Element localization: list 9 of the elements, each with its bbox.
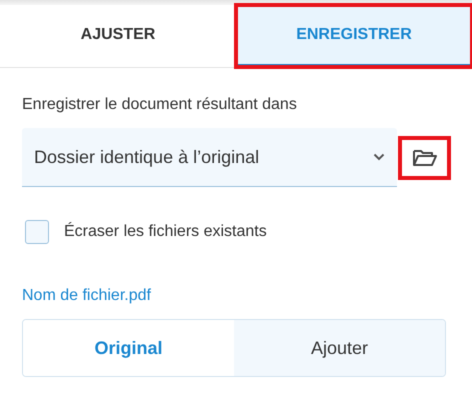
segment-button[interactable]: Ajouter [234, 320, 445, 376]
folder-dropdown[interactable]: Dossier identique à l’original [22, 128, 397, 187]
checkbox-label: Écraser les fichiers existants [64, 223, 267, 241]
chevron-down-icon [373, 153, 385, 161]
field-label: Enregistrer le document résultant dans [22, 96, 298, 114]
folder-icon [412, 148, 438, 168]
browse-folder-button[interactable] [400, 138, 449, 178]
checkbox[interactable] [25, 220, 49, 244]
filename-link[interactable]: Nom de fichier.pdf [22, 287, 151, 305]
